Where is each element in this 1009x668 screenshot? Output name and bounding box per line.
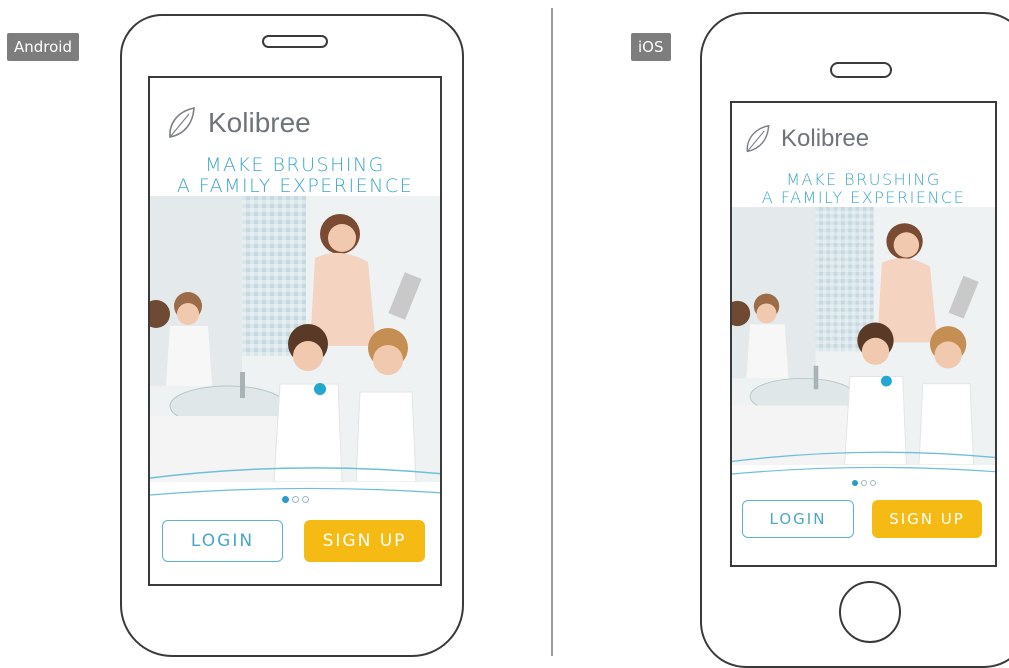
ios-platform-label: iOS <box>631 33 671 61</box>
android-headline-line1: MAKE BRUSHING <box>205 154 385 176</box>
android-pager-dots <box>150 496 440 503</box>
ios-pager-dots <box>732 480 995 486</box>
pager-dot-active[interactable] <box>281 496 289 503</box>
pager-dot[interactable] <box>869 480 876 486</box>
ios-logo: Kolibree <box>742 123 869 155</box>
platform-divider <box>551 8 553 656</box>
android-hero-photo <box>150 196 440 482</box>
leaf-icon <box>746 124 770 153</box>
android-platform-label: Android <box>7 33 79 61</box>
ios-earpiece <box>830 62 892 78</box>
android-earpiece <box>262 35 328 48</box>
ios-wave-line <box>732 461 995 475</box>
android-headline: MAKE BRUSHING A FAMILY EXPERIENCE <box>150 154 440 198</box>
android-screen: Kolibree MAKE BRUSHING A FAMILY EXPERIEN… <box>148 76 442 586</box>
android-login-button[interactable]: LOGIN <box>162 520 283 562</box>
pager-dot[interactable] <box>301 496 309 503</box>
leaf-icon <box>169 106 195 138</box>
android-headline-line2: A FAMILY EXPERIENCE <box>176 175 414 198</box>
pager-dot[interactable] <box>860 480 867 486</box>
ios-login-button[interactable]: LOGIN <box>742 500 854 538</box>
ios-headline: MAKE BRUSHING A FAMILY EXPERIENCE <box>732 171 995 207</box>
ios-headline-line2: A FAMILY EXPERIENCE <box>761 187 966 207</box>
ios-signup-button[interactable]: SIGN UP <box>872 500 982 538</box>
ios-hero-photo <box>732 207 995 465</box>
ios-home-button[interactable] <box>839 581 901 643</box>
android-logo: Kolibree <box>164 106 311 140</box>
pager-dot[interactable] <box>291 496 299 503</box>
ios-screen: Kolibree MAKE BRUSHING A FAMILY EXPERIEN… <box>730 101 997 567</box>
android-signup-button[interactable]: SIGN UP <box>304 520 425 562</box>
android-wave-line <box>150 482 440 496</box>
ios-brand-name: Kolibree <box>781 125 870 152</box>
ios-headline-line1: MAKE BRUSHING <box>786 170 941 189</box>
android-brand-name: Kolibree <box>208 107 311 138</box>
pager-dot-active[interactable] <box>851 480 858 486</box>
